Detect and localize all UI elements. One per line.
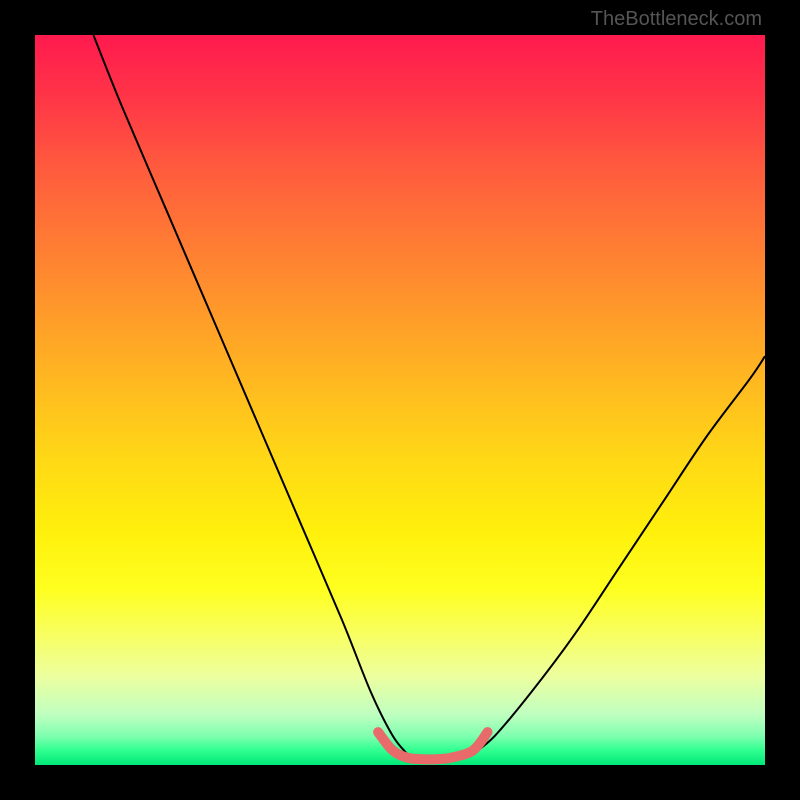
bottom-segment bbox=[378, 732, 488, 759]
right-curve bbox=[473, 356, 765, 754]
gradient-plot-area bbox=[35, 35, 765, 765]
chart-svg bbox=[35, 35, 765, 765]
left-curve bbox=[93, 35, 407, 754]
watermark-text: TheBottleneck.com bbox=[591, 8, 762, 31]
